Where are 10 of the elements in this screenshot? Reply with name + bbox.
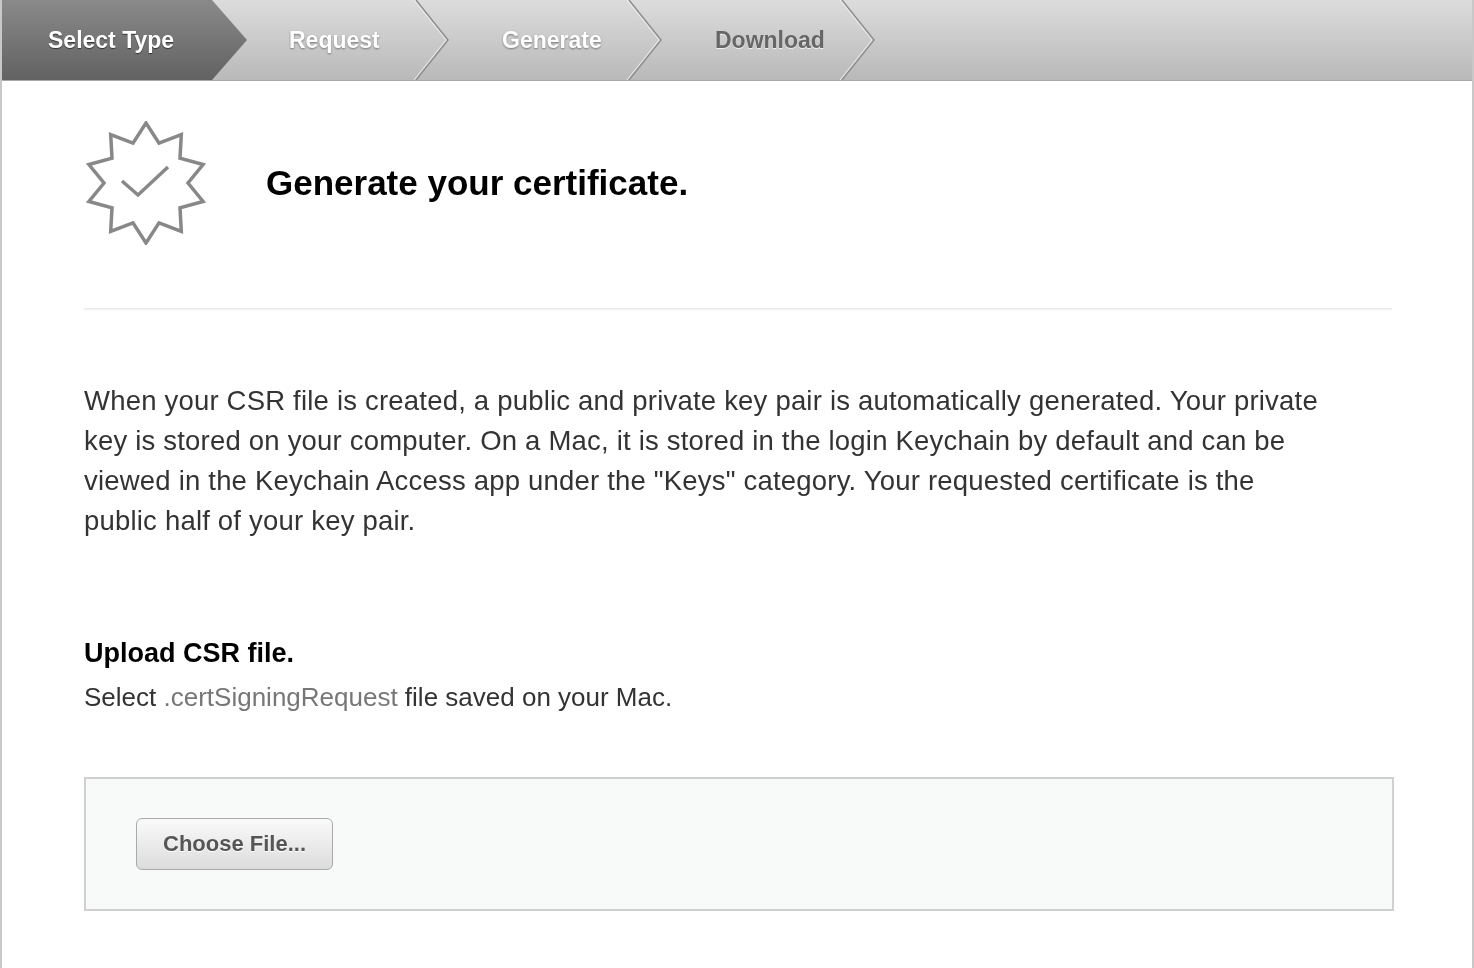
step-tab[interactable]: Select Type	[2, 0, 247, 80]
page-title: Generate your certificate.	[266, 163, 689, 203]
upload-heading: Upload CSR file.	[84, 637, 295, 670]
chevron-icon	[414, 0, 450, 80]
choose-file-button[interactable]: Choose File...	[136, 818, 334, 870]
certificate-badge-icon	[84, 121, 208, 245]
description-text: When your CSR file is created, a public and private key pair is automatically generated. Your private key is stored on your computer. On a Mac, it is stored in the login Keychain by default and can be viewed in the Keychain Access app under the "Keys" category. Your requested certificate is the public half of your key pair.	[84, 384, 1319, 538]
chevron-icon	[840, 0, 876, 80]
instruction-text: Select .certSigningRequest file saved on your Mac.	[84, 681, 674, 714]
chevron-icon	[627, 0, 663, 80]
